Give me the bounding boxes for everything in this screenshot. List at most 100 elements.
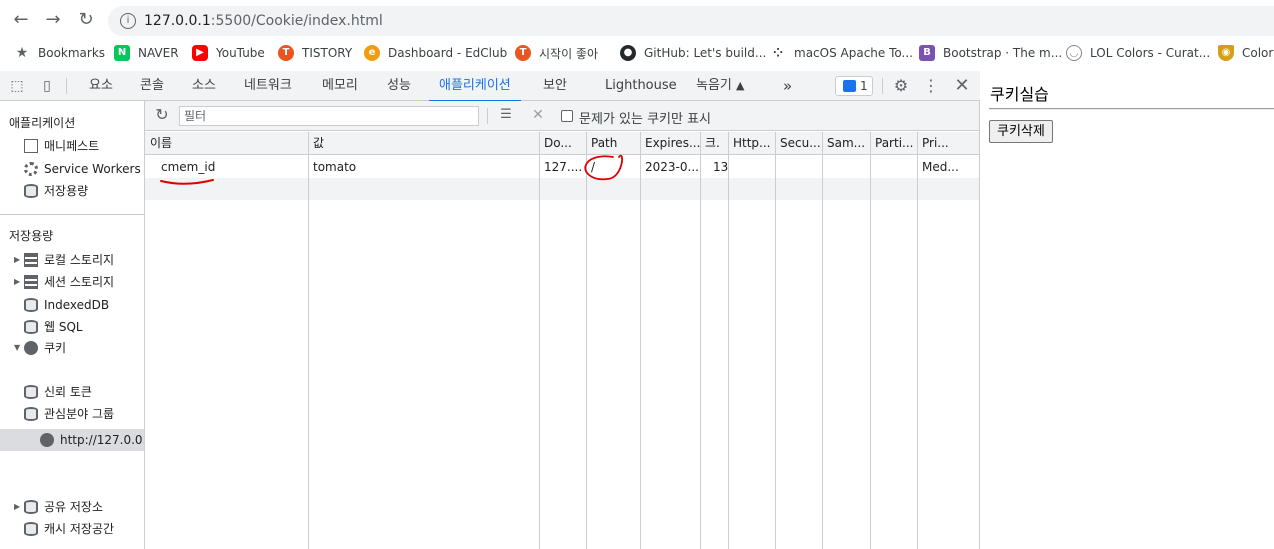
bookmark-label: macOS Apache To... (794, 46, 913, 60)
message-icon (843, 80, 856, 92)
column-header-httponly[interactable]: Http... (728, 132, 775, 155)
bookmark-item[interactable]: ◉ Color (1218, 43, 1273, 63)
bookmark-label: Dashboard - EdClub (388, 46, 508, 60)
clear-filtered-cookies-icon[interactable]: ☰ (497, 106, 515, 124)
tab-elements[interactable]: 요소 (89, 71, 113, 101)
url-text[interactable]: 127.0.0.1:5500/Cookie/index.html (144, 13, 383, 29)
address-bar[interactable]: i 127.0.0.1:5500/Cookie/index.html (108, 6, 1274, 36)
only-issues-checkbox[interactable] (561, 110, 573, 122)
cell-secure (775, 156, 822, 178)
column-header-partition[interactable]: Parti... (870, 132, 917, 155)
sidebar-item-cache-storage[interactable]: 캐시 저장공간 (14, 518, 114, 540)
cookie-filter-bar: ↻ 필터 ☰ ✕ 문제가 있는 쿠키만 표시 (145, 101, 979, 131)
back-arrow-icon[interactable]: ← (9, 8, 33, 32)
close-icon[interactable]: ✕ (953, 77, 971, 95)
cell-expires: 2023-0... (645, 160, 699, 174)
tab-network[interactable]: 네트워크 (244, 71, 292, 101)
device-toolbar-icon[interactable]: ▯ (38, 77, 56, 95)
cell-priority: Med... (922, 160, 959, 174)
sidebar-item-interest-groups[interactable]: 관심분야 그룹 (14, 403, 114, 425)
column-header-samesite[interactable]: Sam... (822, 132, 870, 155)
column-header-secure[interactable]: Secu... (775, 132, 822, 155)
bookmark-item[interactable]: T 시작이 좋아 (515, 43, 598, 63)
column-divider (822, 132, 823, 549)
site-info-icon[interactable]: i (120, 13, 136, 29)
refresh-icon[interactable]: ↻ (153, 106, 171, 124)
sidebar-item-storage[interactable]: 저장용량 (14, 180, 88, 202)
toolbar-divider (882, 78, 883, 94)
tab-sources[interactable]: 소스 (192, 71, 216, 101)
settings-gear-icon[interactable]: ⚙ (892, 77, 910, 95)
reload-icon[interactable]: ↻ (74, 8, 98, 32)
bookmark-item[interactable]: ⁘ macOS Apache To... (770, 43, 913, 63)
sidebar-item-service-workers[interactable]: Service Workers (14, 158, 141, 180)
sidebar-item-shared-storage[interactable]: ▶ 공유 저장소 (14, 496, 103, 518)
bookmark-item[interactable]: ● GitHub: Let's build... (620, 43, 766, 63)
sidebar-item-cookies[interactable]: ▼ 쿠키 (14, 337, 66, 359)
bookmark-item[interactable]: ★ Bookmarks (14, 43, 105, 63)
messages-badge[interactable]: 1 (835, 76, 873, 96)
sidebar-item-session-storage[interactable]: ▶ 세션 스토리지 (14, 271, 114, 293)
bookmark-item[interactable]: e Dashboard - EdClub (364, 43, 507, 63)
column-header-name[interactable]: 이름 (145, 132, 308, 155)
tab-application[interactable]: 애플리케이션 (429, 71, 521, 102)
more-tabs-chevron-icon[interactable]: » (783, 71, 792, 101)
sidebar-item-web-sql[interactable]: 웹 SQL (14, 316, 83, 338)
cookie-icon (40, 433, 54, 447)
sidebar-item-trust-tokens[interactable]: 신뢰 토큰 (14, 381, 92, 403)
bookmark-item[interactable]: ◡ LOL Colors - Curat... (1066, 43, 1210, 63)
column-header-size[interactable]: 크. (700, 132, 728, 155)
flask-icon: ▲ (736, 79, 745, 92)
expand-arrow-icon[interactable]: ▶ (14, 271, 24, 293)
expand-arrow-icon[interactable]: ▶ (14, 496, 24, 518)
collapse-arrow-icon[interactable]: ▼ (14, 337, 24, 359)
tab-performance[interactable]: 성능 (387, 71, 411, 101)
sidebar-item-local-storage[interactable]: ▶ 로컬 스토리지 (14, 249, 114, 271)
forward-arrow-icon[interactable]: → (41, 8, 65, 32)
cell-httponly (728, 156, 775, 178)
column-divider (870, 132, 871, 549)
expand-arrow-icon[interactable]: ▶ (14, 249, 24, 271)
bookmark-label: YouTube (216, 46, 265, 60)
tab-memory[interactable]: 메모리 (322, 71, 358, 101)
tab-lighthouse[interactable]: Lighthouse (605, 71, 677, 101)
tistory-icon: T (515, 45, 531, 61)
tab-security[interactable]: 보안 (543, 71, 567, 101)
column-divider (700, 132, 701, 549)
table-row[interactable]: cmem_id tomato 127.... / 2023-0... 13 Me… (145, 156, 979, 178)
column-divider (586, 132, 587, 549)
filter-input[interactable]: 필터 (179, 106, 479, 126)
column-header-domain[interactable]: Do... (539, 132, 586, 155)
lol-icon: ◡ (1066, 45, 1082, 61)
tab-recorder[interactable]: 녹음기 ▲ (696, 71, 745, 101)
kebab-menu-icon[interactable]: ⋮ (922, 77, 940, 95)
sidebar-item-label: 웹 SQL (44, 320, 83, 334)
toolbar-divider (487, 108, 488, 124)
database-icon (24, 184, 38, 198)
cookie-table-header: 이름 값 Do... Path Expires... 크. Http... Se… (145, 132, 979, 155)
sidebar-item-manifest[interactable]: 매니페스트 (14, 135, 99, 157)
column-header-value[interactable]: 값 (308, 132, 539, 155)
column-header-priority[interactable]: Pri... (917, 132, 979, 155)
bookmark-label: NAVER (138, 46, 179, 60)
delete-cookie-button[interactable]: 쿠키삭제 (989, 120, 1053, 143)
bookmark-item[interactable]: B Bootstrap · The m... (919, 43, 1062, 63)
application-sidebar: 애플리케이션 매니페스트 Service Workers 저장용량 저장용량 ▶… (0, 101, 145, 549)
sidebar-item-indexeddb[interactable]: IndexedDB (14, 294, 109, 316)
bookmark-item[interactable]: N NAVER (114, 43, 179, 63)
sidebar-item-cookie-origin[interactable]: http://127.0.0.1:5500 (40, 429, 145, 451)
sidebar-item-label: http://127.0.0.1:5500 (60, 433, 145, 447)
bookmark-item[interactable]: ▶ YouTube (192, 43, 265, 63)
bookmark-label: 시작이 좋아 (539, 46, 599, 61)
devtools-tabbar: ⬚ ▯ 요소 콘솔 소스 네트워크 메모리 성능 애플리케이션 보안 Light… (0, 71, 980, 102)
bookmark-item[interactable]: T TISTORY (278, 43, 352, 63)
cell-path: / (591, 160, 596, 174)
cell-value: tomato (313, 160, 357, 174)
inspect-element-icon[interactable]: ⬚ (8, 77, 26, 95)
column-divider (539, 132, 540, 549)
tab-console[interactable]: 콘솔 (140, 71, 164, 101)
delete-selected-icon[interactable]: ✕ (529, 106, 547, 124)
edclub-icon: e (364, 45, 380, 61)
column-header-expires[interactable]: Expires... (640, 132, 700, 155)
column-header-path[interactable]: Path (586, 132, 640, 155)
